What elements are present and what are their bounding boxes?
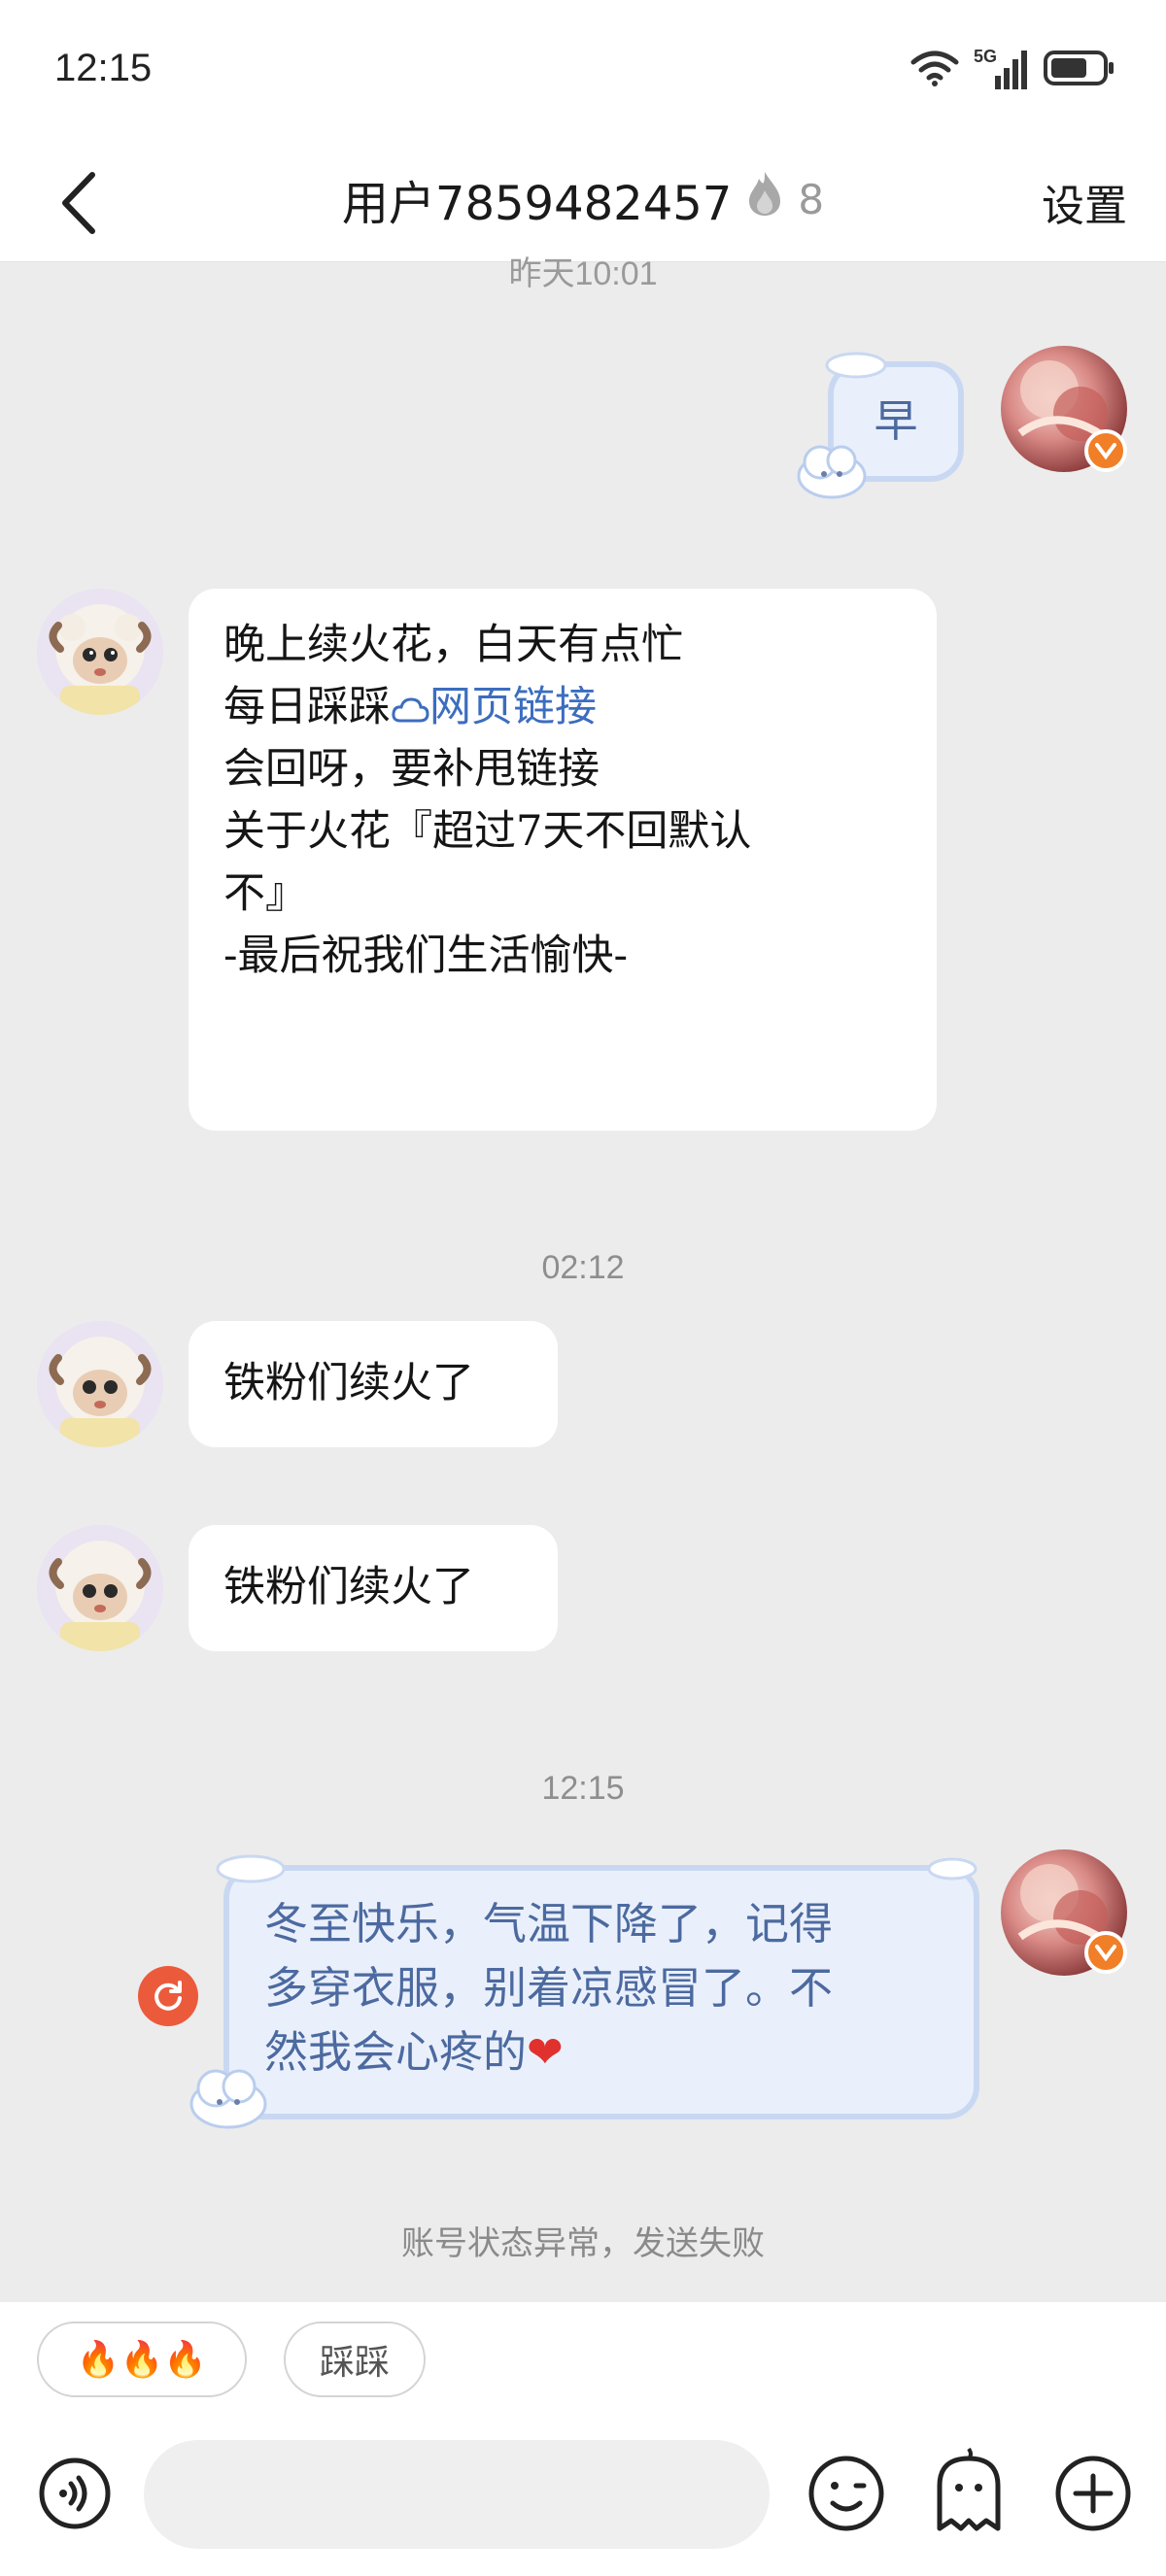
quick-reply-fire-chip[interactable]: 🔥🔥🔥 bbox=[37, 2322, 247, 2397]
chat-title: 用户7859482457 8 bbox=[0, 165, 1166, 233]
sheep-avatar-icon bbox=[49, 604, 152, 715]
message-text: 铁粉们续火了 bbox=[223, 1359, 474, 1407]
more-button[interactable] bbox=[1049, 2450, 1137, 2537]
verified-badge-icon bbox=[1084, 1931, 1127, 1974]
message-line: 晚上续火花，白天有点忙 bbox=[223, 621, 683, 669]
timestamp: 02:12 bbox=[541, 1249, 625, 1286]
message-text: 然我会心疼的 bbox=[264, 2026, 528, 2078]
emoji-button[interactable] bbox=[803, 2450, 890, 2537]
contact-name: 用户7859482457 bbox=[341, 177, 733, 231]
sheep-avatar-icon bbox=[49, 1541, 152, 1651]
message-input[interactable] bbox=[144, 2440, 770, 2549]
cloud-sticker-icon bbox=[797, 445, 867, 499]
cloud-sticker-icon bbox=[825, 352, 887, 379]
settings-button[interactable]: 设置 bbox=[1042, 171, 1127, 233]
quick-reply-cai-chip[interactable]: 踩踩 bbox=[284, 2322, 426, 2397]
message-bubble-incoming[interactable]: 铁粉们续火了 bbox=[189, 1321, 558, 1447]
cloud-sticker-icon bbox=[927, 1857, 977, 1881]
input-area: 🔥🔥🔥 踩踩 bbox=[0, 2302, 1166, 2576]
contact-avatar[interactable] bbox=[37, 1321, 163, 1447]
wifi-icon bbox=[909, 49, 960, 91]
link-text: 网页链接 bbox=[429, 683, 597, 731]
smiley-icon bbox=[808, 2456, 884, 2531]
send-failed-notice: 账号状态异常，发送失败 bbox=[401, 2224, 765, 2263]
cloud-sticker-icon bbox=[189, 2069, 267, 2129]
message-line: 会回呀，要补甩链接 bbox=[223, 745, 600, 794]
link-cloud-icon bbox=[392, 697, 429, 723]
status-time: 12:15 bbox=[54, 47, 153, 89]
spark-flame-icon bbox=[745, 169, 784, 229]
verified-badge-icon bbox=[1084, 429, 1127, 472]
contact-avatar[interactable] bbox=[37, 589, 163, 715]
status-bar: 12:15 5G bbox=[0, 0, 1166, 146]
cloud-sticker-icon bbox=[216, 1854, 286, 1883]
message-line: 然我会心疼的❤ bbox=[264, 2020, 939, 2085]
message-bubble-incoming[interactable]: 铁粉们续火了 bbox=[189, 1525, 558, 1651]
plus-circle-icon bbox=[1055, 2456, 1131, 2531]
status-icons: 5G bbox=[909, 47, 1115, 91]
chat-header: 用户7859482457 8 设置 bbox=[0, 146, 1166, 262]
message-bubble-incoming[interactable]: 晚上续火花，白天有点忙 每日踩踩 网页链接 会回呀，要补甩链接 关于火花『超过7天… bbox=[189, 589, 937, 1131]
spark-count: 8 bbox=[798, 175, 825, 223]
sheep-avatar-icon bbox=[49, 1337, 152, 1447]
cellular-signal-icon: 5G bbox=[974, 47, 1030, 91]
message-text: 早 bbox=[874, 395, 918, 447]
retry-icon bbox=[154, 1981, 182, 2011]
message-text: 铁粉们续火了 bbox=[223, 1563, 474, 1611]
voice-icon bbox=[39, 2457, 111, 2529]
web-link[interactable]: 网页链接 bbox=[391, 683, 597, 731]
voice-button[interactable] bbox=[31, 2450, 119, 2537]
ghost-sticker-icon bbox=[937, 2447, 1001, 2531]
heart-emoji: ❤ bbox=[527, 2026, 564, 2078]
message-line: -最后祝我们生活愉快- bbox=[223, 932, 629, 980]
message-line: 冬至快乐，气温下降了，记得 bbox=[264, 1898, 834, 1949]
contact-avatar[interactable] bbox=[37, 1525, 163, 1651]
resend-button[interactable] bbox=[138, 1966, 198, 2026]
message-line: 每日踩踩 网页链接 bbox=[223, 676, 902, 738]
battery-icon bbox=[1044, 49, 1115, 91]
message-list[interactable]: 昨天10:01 早 晚上续火花，白天有点忙 每日踩踩 网页链接 会回呀，要补甩链… bbox=[0, 255, 1166, 2302]
sticker-button[interactable] bbox=[925, 2446, 1012, 2533]
message-bubble-outgoing[interactable]: 冬至快乐，气温下降了，记得 多穿衣服，别着凉感冒了。不 然我会心疼的❤ bbox=[223, 1865, 979, 2119]
timestamp: 12:15 bbox=[541, 1770, 625, 1807]
message-line: 不』 bbox=[223, 869, 307, 918]
message-line: 关于火花『超过7天不回默认 bbox=[223, 807, 752, 856]
message-line: 多穿衣服，别着凉感冒了。不 bbox=[264, 1962, 834, 2014]
timestamp: 昨天10:01 bbox=[508, 255, 658, 292]
message-text: 每日踩踩 bbox=[223, 683, 391, 731]
